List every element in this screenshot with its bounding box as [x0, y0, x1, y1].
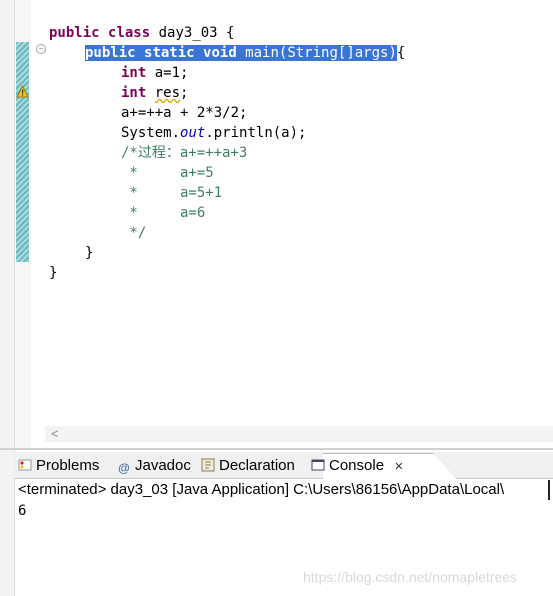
comment-line: /*过程：a+=++a+3: [121, 145, 248, 161]
code-line-println: System.out.println(a);: [121, 123, 306, 143]
change-marker: [16, 42, 29, 262]
view-tab-bar: Problems @ Javadoc Declaration Console ✕: [14, 452, 553, 480]
comment-line: * a=5+1: [121, 185, 223, 201]
problems-icon: [18, 458, 32, 472]
tab-javadoc[interactable]: @ Javadoc: [117, 454, 191, 478]
code-line-int-a: int a=1;: [121, 63, 188, 83]
class-name: day3_03 {: [150, 25, 235, 41]
scroll-left-icon[interactable]: <: [51, 426, 59, 441]
console-status: <terminated> day3_03 [Java Application] …: [18, 481, 505, 498]
declaration-icon: [201, 458, 215, 472]
tab-declaration[interactable]: Declaration: [201, 454, 295, 478]
tab-label: Javadoc: [135, 457, 191, 474]
tab-label: Console: [329, 457, 385, 474]
views-panel: Problems @ Javadoc Declaration Console ✕ …: [0, 448, 553, 596]
at-icon: @: [118, 461, 130, 475]
close-brace-class: }: [49, 265, 58, 281]
static-field: out: [180, 125, 206, 141]
console-icon: [311, 458, 325, 472]
code-editor[interactable]: − public class day3_03 { public static v…: [0, 0, 553, 448]
method-signature: main(String[]args): [236, 45, 397, 61]
keyword: class: [108, 25, 151, 41]
close-icon[interactable]: ✕: [394, 461, 403, 473]
code-line-main-decl: public static void main(String[]args){: [85, 43, 405, 63]
tab-problems[interactable]: Problems: [18, 454, 99, 478]
comment-line: */: [121, 225, 147, 241]
editor-left-edge: [0, 0, 15, 448]
keyword: static: [144, 45, 195, 61]
warning-icon[interactable]: [16, 85, 29, 98]
tab-console[interactable]: Console ✕: [311, 454, 403, 478]
code-line-expression: a+=++a + 2*3/2;: [121, 105, 248, 121]
comment-line: * a+=5: [121, 165, 214, 181]
console-edge-marker: [548, 480, 550, 500]
selection: public static void main(String[]args): [85, 45, 397, 61]
comment-line: * a=6: [121, 205, 206, 221]
keyword: int: [121, 85, 147, 101]
horizontal-scrollbar[interactable]: <: [45, 426, 553, 442]
code-line-class-decl: public class day3_03 {: [49, 23, 234, 43]
code-text: System.: [121, 125, 181, 141]
keyword: public: [85, 45, 136, 61]
keyword: public: [49, 25, 100, 41]
fold-toggle-icon[interactable]: −: [36, 44, 46, 54]
watermark: https://blog.csdn.net/nomapletrees: [303, 569, 518, 585]
views-left-edge: [0, 450, 15, 596]
open-brace: {: [396, 45, 406, 61]
console-output: 6: [18, 503, 27, 519]
unused-variable: res: [154, 85, 181, 101]
tab-label: Problems: [36, 457, 100, 474]
code-text: a=1;: [146, 65, 189, 81]
tab-label: Declaration: [219, 457, 295, 474]
code-text: .println(a);: [205, 125, 307, 141]
close-brace-method: }: [85, 245, 94, 261]
code-line-int-res: int res;: [121, 83, 188, 103]
keyword: void: [203, 45, 237, 61]
keyword: int: [121, 65, 147, 81]
code-text: ;: [180, 85, 189, 101]
